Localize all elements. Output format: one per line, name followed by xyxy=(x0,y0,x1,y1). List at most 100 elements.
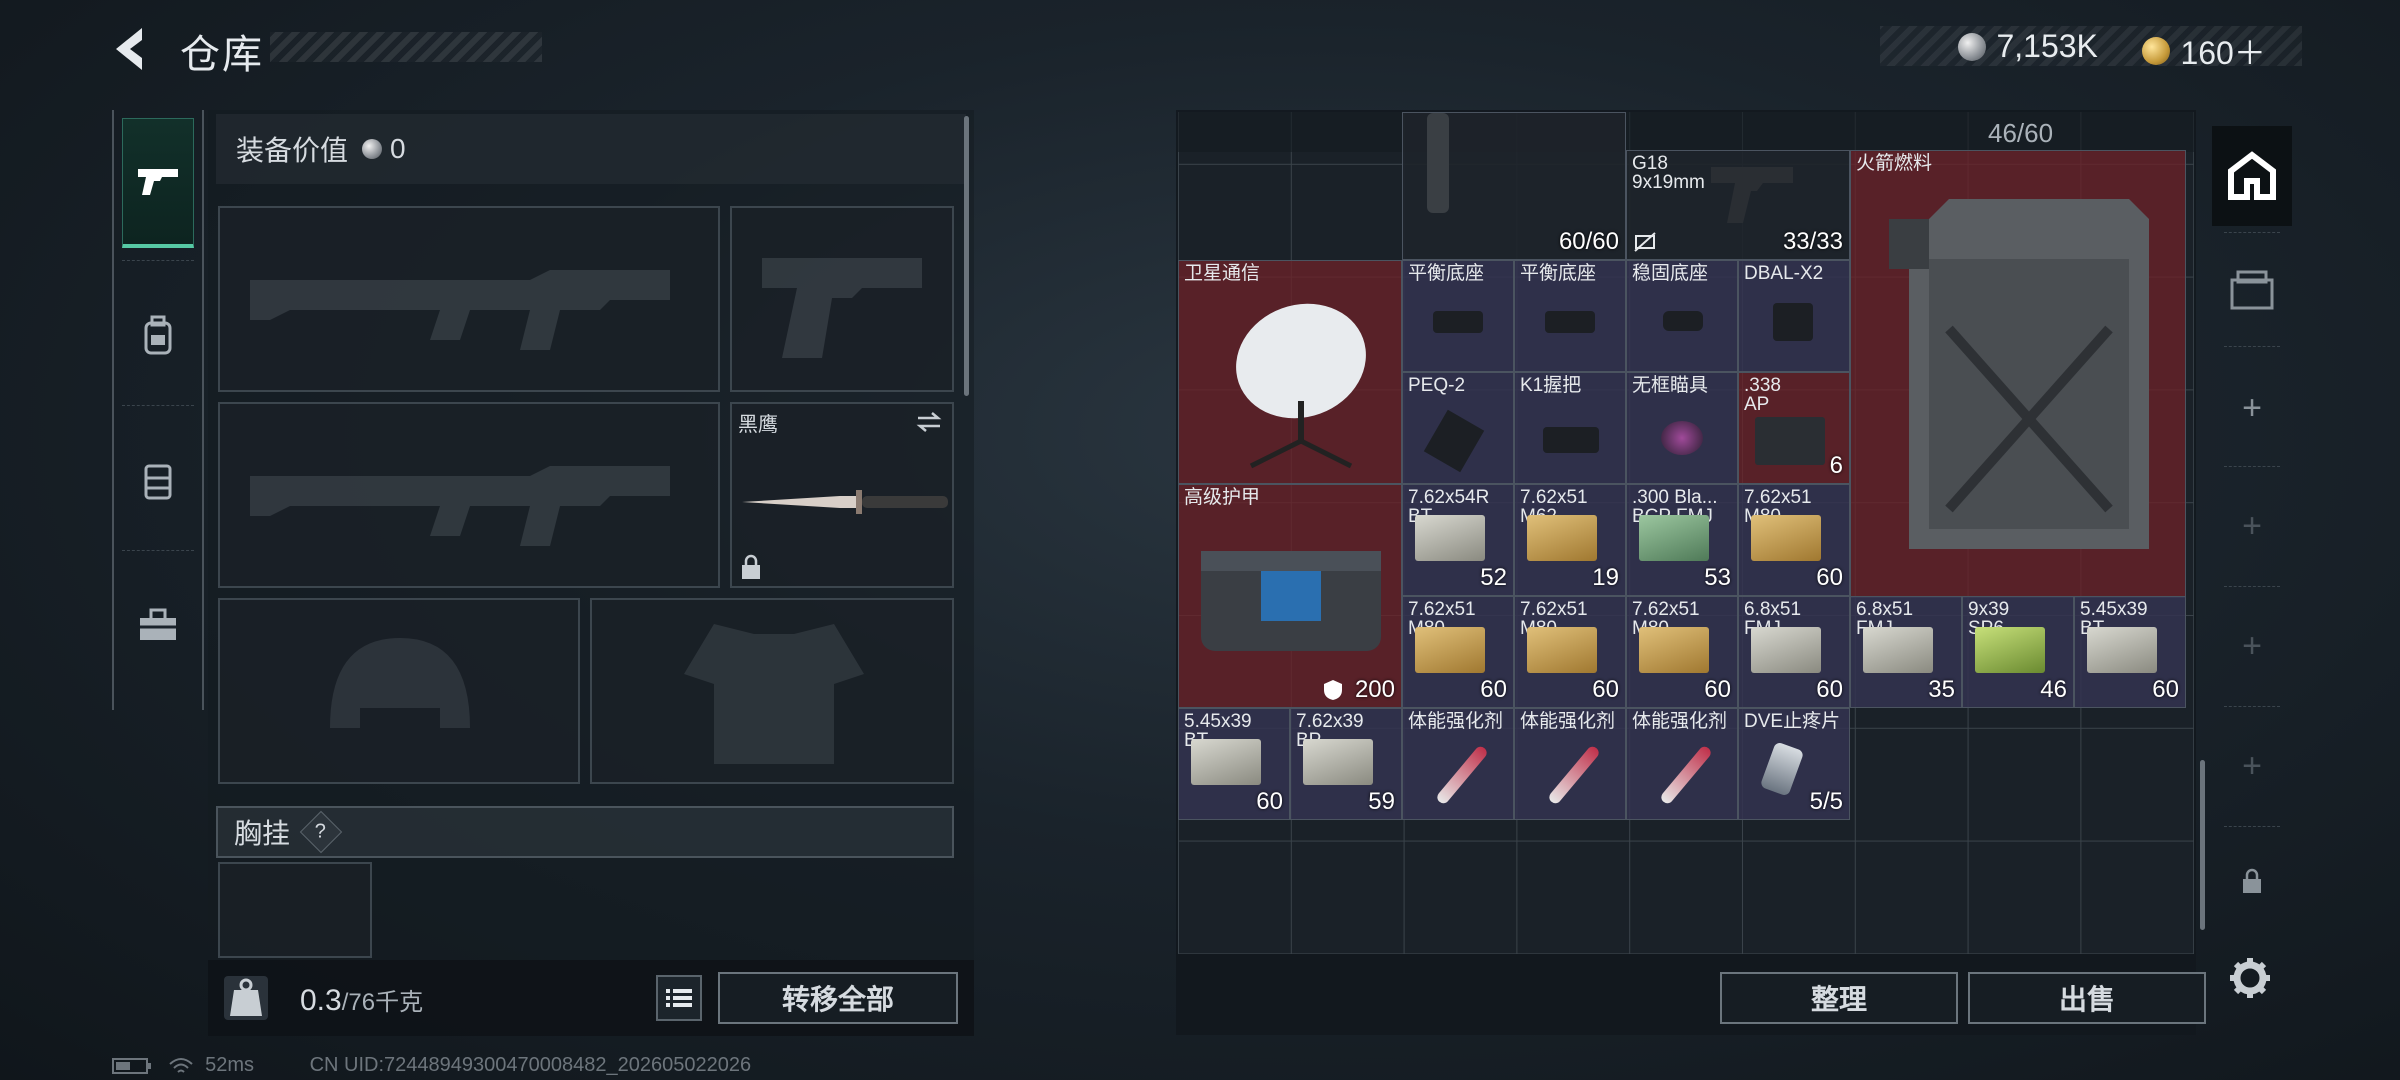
gold-currency[interactable]: 160＋ xyxy=(2142,28,2266,74)
item-count: 60 xyxy=(1592,676,1619,703)
stash-item-ammo[interactable]: 7.62x51 M80 60 xyxy=(1626,596,1738,708)
nav-separator xyxy=(2224,346,2280,347)
stash-item-ammo[interactable]: 7.62x39 BP 59 xyxy=(1290,708,1402,820)
warehouse-icon xyxy=(2228,151,2276,200)
stash-item-ammo[interactable]: 7.62x51 M80 60 xyxy=(1402,596,1514,708)
battery-icon xyxy=(112,1057,151,1074)
ammo-box-icon xyxy=(1303,739,1373,785)
item-count: 60 xyxy=(1256,788,1283,815)
equipment-scrollbar[interactable] xyxy=(964,116,969,396)
stash-item-ammo[interactable]: 7.62x51 M62 19 xyxy=(1514,484,1626,596)
stash-page-container[interactable] xyxy=(2212,240,2292,340)
item-name: .338 AP xyxy=(1744,375,1781,415)
stash-item-stim[interactable]: 体能强化剂 xyxy=(1514,708,1626,820)
item-count: 200 xyxy=(1354,676,1395,703)
tab-toolbox[interactable] xyxy=(122,560,194,690)
armor-bag-icon xyxy=(1201,551,1381,651)
stash-item-painkiller[interactable]: DVE止疼片 5/5 xyxy=(1738,708,1850,820)
helmet-slot[interactable] xyxy=(218,598,580,784)
list-view-button[interactable] xyxy=(656,975,702,1021)
body-armor-slot[interactable] xyxy=(590,598,954,784)
rifle-silhouette-icon xyxy=(250,466,670,546)
add-page-button-disabled[interactable]: + xyxy=(2212,716,2292,816)
item-name: 高级护甲 xyxy=(1184,487,1261,508)
silver-amount: 7,153K xyxy=(1996,28,2098,64)
plus-icon: + xyxy=(2242,506,2262,545)
settings-button[interactable] xyxy=(2222,950,2278,1006)
stash-item-magazine[interactable]: 60/60 xyxy=(1402,112,1626,260)
stash-item-ammo[interactable]: 6.8x51 FMJ 35 xyxy=(1850,596,1962,708)
lock-icon xyxy=(2243,868,2261,893)
stash-item-mount[interactable]: 稳固底座 xyxy=(1626,260,1738,372)
item-count: 59 xyxy=(1368,788,1395,815)
sell-button[interactable]: 出售 xyxy=(1968,972,2206,1024)
plus-icon: + xyxy=(2242,626,2262,665)
stash-item-g18[interactable]: G18 9x19mm 33/33 xyxy=(1626,150,1850,260)
stash-item-stim[interactable]: 体能强化剂 xyxy=(1402,708,1514,820)
ammo-box-icon xyxy=(1639,515,1709,561)
stash-item-peq2[interactable]: PEQ-2 xyxy=(1402,372,1514,484)
stash-item-338ap[interactable]: .338 AP 6 xyxy=(1738,372,1850,484)
stash-grid: 46/60 60/60 G18 9x19mm 33/33 火箭燃料 卫星通信 平… xyxy=(1178,112,2194,954)
stash-item-satcom[interactable]: 卫星通信 xyxy=(1178,260,1402,484)
silver-currency[interactable]: 7,153K xyxy=(1958,28,2098,65)
ammo-box-icon xyxy=(1527,515,1597,561)
grip-icon xyxy=(1543,427,1599,453)
stash-item-ammo[interactable]: 5.45x39 BT 60 xyxy=(1178,708,1290,820)
transfer-all-button[interactable]: 转移全部 xyxy=(718,972,958,1024)
organize-button[interactable]: 整理 xyxy=(1720,972,1958,1024)
melee-slot[interactable]: 黑鹰 xyxy=(730,402,954,588)
stash-top-counter: 46/60 xyxy=(1988,118,2054,148)
secondary-weapon-slot[interactable] xyxy=(218,402,720,588)
weight-max: /76千克 xyxy=(341,989,424,1016)
item-count: 6 xyxy=(1829,452,1843,479)
tab-backpack[interactable] xyxy=(122,270,194,400)
tab-separator xyxy=(122,260,194,261)
nav-separator xyxy=(2224,826,2280,827)
equipment-value-bar: 装备价值 0 xyxy=(216,114,966,184)
item-name: DVE止疼片 xyxy=(1744,711,1841,732)
stash-item-ammo[interactable]: 6.8x51 FMJ 60 xyxy=(1738,596,1850,708)
stash-item-ammo[interactable]: .300 Bla... BCP FMJ 53 xyxy=(1626,484,1738,596)
stash-item-ammo[interactable]: 7.62x54R BT 52 xyxy=(1402,484,1514,596)
item-count: 53 xyxy=(1704,564,1731,591)
stash-item-ammo[interactable]: 7.62x51 M80 60 xyxy=(1738,484,1850,596)
help-icon[interactable]: ? xyxy=(299,810,343,854)
stash-item-mount[interactable]: 平衡底座 xyxy=(1402,260,1514,372)
swap-icon[interactable] xyxy=(914,410,944,434)
gear-icon xyxy=(2230,958,2270,998)
add-page-button[interactable]: + xyxy=(2212,358,2292,458)
primary-weapon-slot[interactable] xyxy=(218,206,720,392)
laser-icon xyxy=(1773,303,1813,341)
tab-chest-rig[interactable] xyxy=(122,415,194,545)
stash-item-sight[interactable]: 无框瞄具 xyxy=(1626,372,1738,484)
stash-item-mount[interactable]: 平衡底座 xyxy=(1514,260,1626,372)
item-name: 稳固底座 xyxy=(1632,263,1709,284)
durability-shield-icon xyxy=(1324,680,1342,700)
sidearm-slot[interactable] xyxy=(730,206,954,392)
stash-item-ammo[interactable]: 9x39 SP6 46 xyxy=(1962,596,2074,708)
chest-rig-label: 胸挂 xyxy=(234,818,291,849)
mount-icon xyxy=(1433,311,1483,333)
stash-page-main[interactable] xyxy=(2212,126,2292,226)
back-button[interactable] xyxy=(108,22,156,76)
stash-scrollbar[interactable] xyxy=(2200,760,2205,930)
helmet-silhouette-icon xyxy=(330,638,470,728)
wifi-icon xyxy=(168,1057,193,1073)
stash-item-grip[interactable]: K1握把 xyxy=(1514,372,1626,484)
satellite-dish-icon xyxy=(1236,303,1366,469)
stash-item-stim[interactable]: 体能强化剂 xyxy=(1626,708,1738,820)
add-page-button-disabled[interactable]: + xyxy=(2212,476,2292,576)
item-name: 火箭燃料 xyxy=(1856,153,1933,174)
item-count: 33/33 xyxy=(1782,228,1843,255)
chest-rig-slot[interactable] xyxy=(218,862,372,958)
stash-item-rocket-fuel[interactable]: 火箭燃料 xyxy=(1850,150,2186,598)
stash-item-ammo[interactable]: 7.62x51 M80 60 xyxy=(1514,596,1626,708)
status-line: 52ms CN UID:7244894930047000848​2_202605… xyxy=(112,1054,751,1077)
add-page-button-disabled[interactable]: + xyxy=(2212,596,2292,696)
stash-item-armor[interactable]: 高级护甲 200 xyxy=(1178,484,1402,708)
tab-weapons[interactable] xyxy=(122,118,194,248)
stash-item-dbal[interactable]: DBAL-X2 xyxy=(1738,260,1850,372)
locked-page-button[interactable] xyxy=(2212,846,2292,916)
stash-item-ammo[interactable]: 5.45x39 BT 60 xyxy=(2074,596,2186,708)
